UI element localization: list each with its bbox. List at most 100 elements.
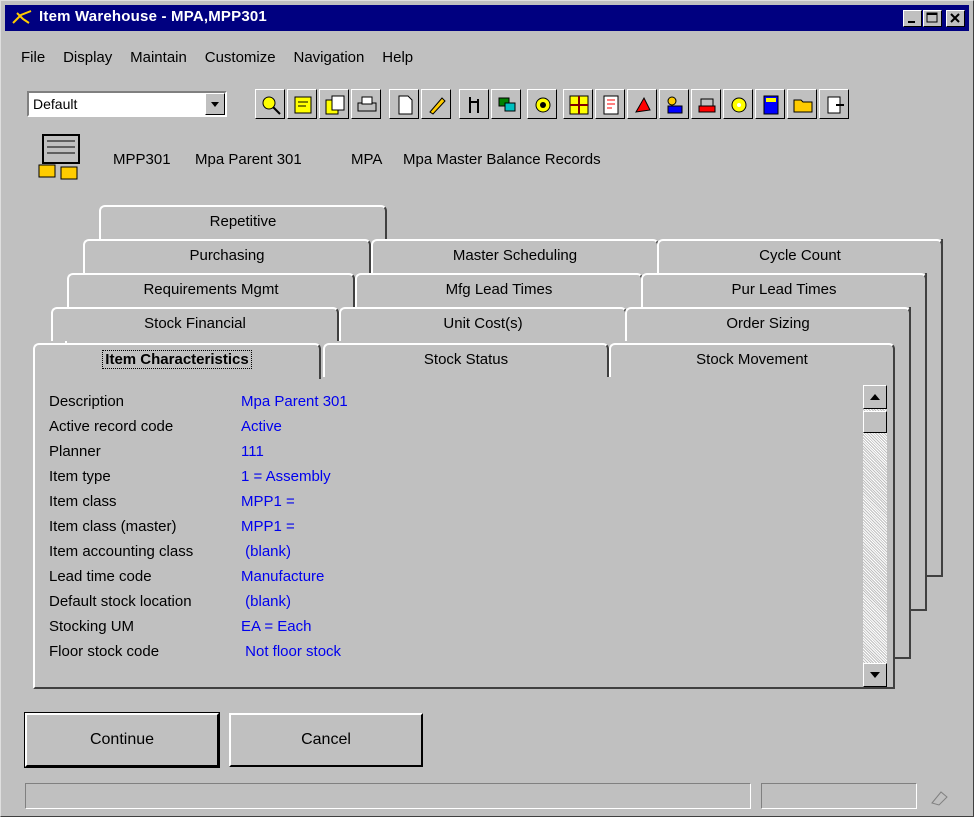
field-value-item-accounting-class[interactable]: (blank) xyxy=(241,543,291,560)
toolbar-button-find[interactable] xyxy=(255,89,285,119)
view-select-dropdown[interactable] xyxy=(205,93,225,115)
tab-item-characteristics[interactable]: Item Characteristics xyxy=(33,343,321,379)
field-label: Floor stock code xyxy=(49,643,160,660)
close-icon xyxy=(950,13,960,23)
field-value-floor-stock-code[interactable]: Not floor stock xyxy=(241,643,341,660)
grid-icon xyxy=(569,95,589,115)
field-label: Item class xyxy=(49,493,117,510)
tab-unit-costs[interactable]: Unit Cost(s) xyxy=(339,307,627,341)
tab-mfg-lead-times[interactable]: Mfg Lead Times xyxy=(355,273,643,307)
tab-master-scheduling[interactable]: Master Scheduling xyxy=(371,239,659,273)
tab-stock-status[interactable]: Stock Status xyxy=(323,343,609,377)
toolbar-button-window[interactable] xyxy=(491,89,521,119)
toolbar-button-calc[interactable] xyxy=(755,89,785,119)
structure-icon xyxy=(469,97,479,113)
tab-cycle-count[interactable]: Cycle Count xyxy=(657,239,943,273)
toolbar-button-print[interactable] xyxy=(351,89,381,119)
toolbar-button-people[interactable] xyxy=(659,89,689,119)
warehouse-name: Mpa Master Balance Records xyxy=(403,151,601,168)
arrow-down-icon xyxy=(870,672,880,678)
minimize-button[interactable] xyxy=(903,10,922,27)
scroll-down-button[interactable] xyxy=(863,663,887,687)
field-value-planner[interactable]: 111 xyxy=(241,443,264,460)
report-icon xyxy=(603,95,619,115)
maximize-icon xyxy=(926,12,938,23)
stack-icon xyxy=(698,98,716,113)
field-label: Default stock location xyxy=(49,593,192,610)
menu-maintain[interactable]: Maintain xyxy=(130,49,187,66)
item-name: Mpa Parent 301 xyxy=(195,151,302,168)
toolbar-button-edit[interactable] xyxy=(421,89,451,119)
toolbar-button-new[interactable] xyxy=(389,89,419,119)
window-icon xyxy=(498,97,516,112)
toolbar-button-note[interactable] xyxy=(287,89,317,119)
toolbar-button-structure[interactable] xyxy=(459,89,489,119)
main-window: Item Warehouse - MPA,MPP301 File Display… xyxy=(0,0,974,817)
tab-stock-financial[interactable]: Stock Financial xyxy=(51,307,339,341)
field-value-stocking-um[interactable]: EA = Each xyxy=(241,618,311,635)
menu-file[interactable]: File xyxy=(21,49,45,66)
tab-order-sizing[interactable]: Order Sizing xyxy=(625,307,911,341)
toolbar-button-report[interactable] xyxy=(595,89,625,119)
field-value-item-type[interactable]: 1 = Assembly xyxy=(241,468,331,485)
field-label: Planner xyxy=(49,443,101,460)
toolbar-button-tools[interactable] xyxy=(527,89,557,119)
eraser-icon[interactable] xyxy=(929,787,951,807)
scroll-up-button[interactable] xyxy=(863,385,887,409)
view-select[interactable]: Default xyxy=(27,91,227,117)
menu-display[interactable]: Display xyxy=(63,49,112,66)
close-button[interactable] xyxy=(946,10,965,27)
toolbar-button-exit[interactable] xyxy=(819,89,849,119)
tab-stock-movement[interactable]: Stock Movement xyxy=(609,343,895,377)
tab-repetitive[interactable]: Repetitive xyxy=(99,205,387,239)
chevron-down-icon xyxy=(211,102,219,107)
field-label: Lead time code xyxy=(49,568,152,585)
folder-icon xyxy=(793,99,813,113)
tab-pur-lead-times[interactable]: Pur Lead Times xyxy=(641,273,927,307)
people-icon xyxy=(667,96,683,114)
note-icon xyxy=(294,96,312,114)
menu-customize[interactable]: Customize xyxy=(205,49,276,66)
menu-bar: File Display Maintain Customize Navigati… xyxy=(21,49,427,71)
find-icon xyxy=(262,96,281,115)
field-label: Active record code xyxy=(49,418,174,435)
copy-icon xyxy=(325,95,345,115)
tab-purchasing[interactable]: Purchasing xyxy=(83,239,371,273)
field-label: Item accounting class xyxy=(49,543,194,560)
continue-button[interactable]: Continue xyxy=(24,712,220,768)
item-warehouse-icon xyxy=(38,134,80,180)
field-label: Item type xyxy=(49,468,111,485)
field-value-item-class-master[interactable]: MPP1 = xyxy=(241,518,295,535)
scroll-thumb[interactable] xyxy=(863,411,887,433)
toolbar-button-stack[interactable] xyxy=(691,89,721,119)
field-value-lead-time-code[interactable]: Manufacture xyxy=(241,568,324,585)
vertical-scrollbar[interactable] xyxy=(863,385,887,687)
field-value-item-class[interactable]: MPP1 = xyxy=(241,493,295,510)
toolbar-button-copy[interactable] xyxy=(319,89,349,119)
field-value-active-record-code[interactable]: Active xyxy=(241,418,282,435)
field-label: Item class (master) xyxy=(49,518,177,535)
menu-navigation[interactable]: Navigation xyxy=(293,49,364,66)
app-icon xyxy=(12,10,32,24)
gear-icon xyxy=(731,97,747,113)
field-value-default-stock-location[interactable]: (blank) xyxy=(241,593,291,610)
toolbar-button-pick[interactable] xyxy=(627,89,657,119)
toolbar-button-folder[interactable] xyxy=(787,89,817,119)
title-bar: Item Warehouse - MPA,MPP301 xyxy=(5,5,969,31)
maximize-button[interactable] xyxy=(923,10,942,27)
calculator-icon xyxy=(763,95,779,115)
menu-help[interactable]: Help xyxy=(382,49,413,66)
toolbar-button-settings[interactable] xyxy=(723,89,753,119)
cancel-button[interactable]: Cancel xyxy=(229,713,423,767)
exit-icon xyxy=(827,96,844,114)
field-label: Stocking UM xyxy=(49,618,135,635)
pick-icon xyxy=(635,96,651,113)
window-title: Item Warehouse - MPA,MPP301 xyxy=(39,8,267,25)
item-code: MPP301 xyxy=(113,151,171,168)
field-label: Description xyxy=(49,393,125,410)
tab-requirements-mgmt[interactable]: Requirements Mgmt xyxy=(67,273,355,307)
view-select-value: Default xyxy=(33,96,78,112)
field-value-description[interactable]: Mpa Parent 301 xyxy=(241,393,348,410)
print-icon xyxy=(357,96,377,112)
toolbar-button-grid[interactable] xyxy=(563,89,593,119)
